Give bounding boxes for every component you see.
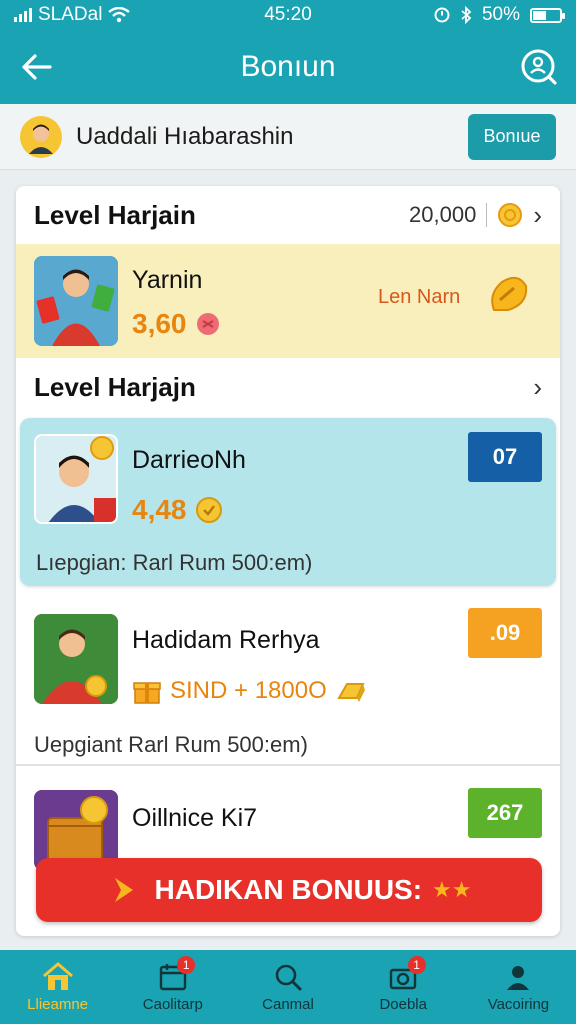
ruby-coin-icon xyxy=(196,313,219,335)
carrier-label: SLADal xyxy=(38,4,103,25)
profile-icon xyxy=(507,965,530,990)
reward-side-label: Len Narn xyxy=(378,286,461,308)
reward-value-text: SIND + 1800O xyxy=(170,677,327,704)
nav-label: Llieamne xyxy=(27,995,89,1013)
nav-item-media[interactable]: 1 Doebla xyxy=(346,950,461,1024)
app-bar: Bonıun xyxy=(0,30,576,104)
reward-value-text: 3,60 xyxy=(132,308,187,339)
reward-item-1[interactable]: Yarnin 3,60 Len Narn xyxy=(16,244,560,358)
reward-item-3[interactable]: Hadidam Rerhya SIND + 1800O Uepgiant Rar… xyxy=(16,598,560,766)
claim-bonus-label: HADIKAN BONUUS: xyxy=(154,874,423,905)
reward-name: Hadidam Rerhya xyxy=(132,626,320,654)
signal-icon xyxy=(14,8,32,22)
alarm-icon xyxy=(434,7,450,23)
battery-icon xyxy=(530,7,566,23)
reward-thumbnail xyxy=(34,614,118,704)
notification-badge: 1 xyxy=(177,956,196,974)
status-time: 45:20 xyxy=(264,4,312,25)
level-row-2[interactable]: Level Harjajn › xyxy=(16,358,560,416)
bonus-button[interactable]: Bonıue xyxy=(468,113,556,160)
bluetooth-icon xyxy=(461,6,472,24)
reward-thumbnail xyxy=(34,434,118,524)
user-name: Uaddali Hıabarashin xyxy=(76,122,294,150)
nav-item-search[interactable]: Canmal xyxy=(230,950,345,1024)
reward-badge: 267 xyxy=(468,788,542,838)
claim-bonus-button[interactable]: HADIKAN BONUUS: ★★ xyxy=(36,858,542,922)
wifi-icon xyxy=(108,7,131,23)
nav-label: Caolitarp xyxy=(142,995,203,1013)
home-icon xyxy=(42,961,73,990)
search-user-icon[interactable] xyxy=(520,48,558,86)
level-title: Level Harjain xyxy=(34,199,196,230)
reward-value-text: 4,48 xyxy=(132,494,187,525)
reward-value: SIND + 1800O xyxy=(132,676,367,706)
reward-name: Yarnin xyxy=(132,266,203,294)
coin-icon xyxy=(498,203,523,227)
reward-item-4[interactable]: Oillnice Ki7 267 xyxy=(16,780,560,870)
level-points: 20,000 xyxy=(409,202,477,227)
battery-fill xyxy=(533,10,547,20)
battery-percent: 50% xyxy=(481,4,521,25)
nav-item-home[interactable]: Llieamne xyxy=(0,950,115,1024)
nav-label: Canmal xyxy=(262,995,314,1013)
coin-tag-icon xyxy=(491,276,528,311)
reward-subtext: Lıepgian: Rarl Rum 500:em) xyxy=(36,550,313,575)
nav-label: Doebla xyxy=(379,995,427,1013)
arrow-right-icon xyxy=(114,878,133,902)
reward-badge: 07 xyxy=(468,432,542,482)
search-icon xyxy=(275,964,302,990)
nav-label: Vacoiring xyxy=(487,995,550,1013)
notification-badge: 1 xyxy=(407,956,426,974)
chevron-right-icon: › xyxy=(533,371,542,402)
reward-subtext: Uepgiant Rarl Rum 500:em) xyxy=(34,732,308,757)
page-title: Bonıun xyxy=(240,50,336,83)
back-arrow-icon[interactable] xyxy=(20,50,54,84)
gold-bar-icon xyxy=(337,683,365,702)
status-bar: SLADal 45:20 50% xyxy=(0,0,576,30)
user-strip: Uaddali Hıabarashin Bonıue xyxy=(0,104,576,170)
reward-name: Oillnice Ki7 xyxy=(132,804,258,832)
chevron-right-icon: › xyxy=(533,199,542,230)
bonus-card: Level Harjain 20,000 › Yarnin 3,60 Len N… xyxy=(16,186,560,936)
avatar[interactable] xyxy=(20,115,62,158)
reward-thumbnail xyxy=(34,256,118,346)
reward-name: DarrieoNh xyxy=(132,446,246,474)
stars-icon: ★★ xyxy=(432,877,472,902)
bottom-nav: Llieamne 1 Caolitarp Canmal 1 Doebla Vac… xyxy=(0,950,576,1024)
reward-value: 4,48 xyxy=(132,494,223,526)
level-row-1[interactable]: Level Harjain 20,000 › xyxy=(16,186,560,244)
reward-badge: .09 xyxy=(468,608,542,658)
divider xyxy=(486,203,488,227)
gift-box-icon xyxy=(133,682,161,704)
reward-value: 3,60 xyxy=(132,308,221,340)
reward-item-2[interactable]: DarrieoNh 4,48 Lıepgian: Rarl Rum 500:em… xyxy=(20,418,556,586)
nav-item-calendar[interactable]: 1 Caolitarp xyxy=(115,950,230,1024)
gold-coin-icon xyxy=(195,497,222,523)
level-title: Level Harjajn xyxy=(34,371,196,402)
nav-item-profile[interactable]: Vacoiring xyxy=(461,950,576,1024)
